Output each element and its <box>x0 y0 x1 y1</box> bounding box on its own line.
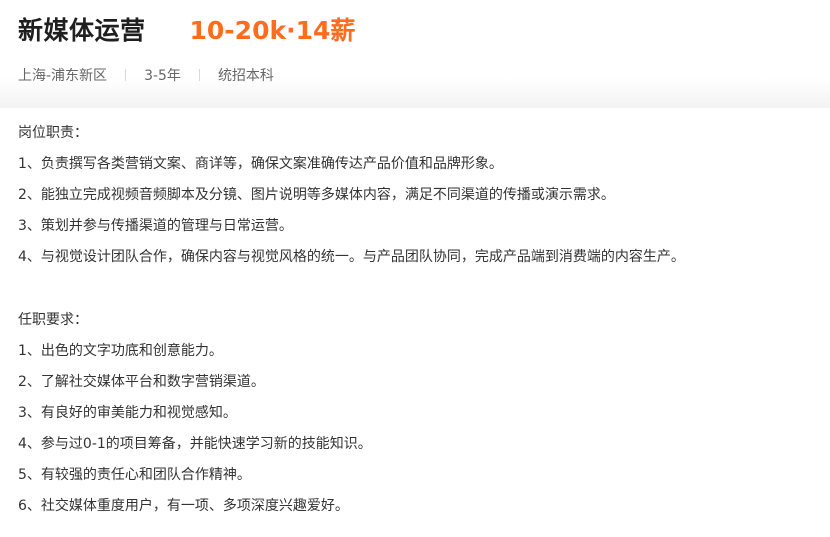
job-education: 统招本科 <box>217 68 274 84</box>
title-row: 新媒体运营 10-20k·14薪 <box>18 10 355 48</box>
salary: 10-20k·14薪 <box>189 16 356 45</box>
job-location: 上海-浦东新区 <box>18 68 108 84</box>
duty-item: 4、与视觉设计团队合作，确保内容与视觉风格的统一。与产品团队协同，完成产品端到消… <box>18 249 685 265</box>
requirement-item: 3、有良好的审美能力和视觉感知。 <box>18 405 237 421</box>
requirements-heading: 任职要求： <box>18 312 88 328</box>
meta-divider <box>125 69 127 81</box>
meta-divider <box>198 69 200 81</box>
duty-item: 2、能独立完成视频音频脚本及分镜、图片说明等多媒体内容，满足不同渠道的传播或演示… <box>18 187 615 203</box>
requirement-item: 6、社交媒体重度用户，有一项、多项深度兴趣爱好。 <box>18 498 349 514</box>
job-meta: 上海-浦东新区 3-5年 统招本科 <box>18 64 274 86</box>
duty-item: 1、负责撰写各类营销文案、商详等，确保文案准确传达产品价值和品牌形象。 <box>18 156 503 172</box>
requirement-item: 4、参与过0-1的项目筹备，并能快速学习新的技能知识。 <box>18 436 372 452</box>
job-description: 岗位职责： 1、负责撰写各类营销文案、商详等，确保文案准确传达产品价值和品牌形象… <box>18 118 818 522</box>
job-header: 新媒体运营 10-20k·14薪 上海-浦东新区 3-5年 统招本科 <box>0 0 830 108</box>
requirement-item: 1、出色的文字功底和创意能力。 <box>18 343 223 359</box>
duty-item: 3、策划并参与传播渠道的管理与日常运营。 <box>18 218 293 234</box>
job-experience: 3-5年 <box>144 68 181 84</box>
requirement-item: 5、有较强的责任心和团队合作精神。 <box>18 467 251 483</box>
duties-heading: 岗位职责： <box>18 125 88 141</box>
job-title: 新媒体运营 <box>18 16 146 45</box>
requirement-item: 2、了解社交媒体平台和数字营销渠道。 <box>18 374 265 390</box>
